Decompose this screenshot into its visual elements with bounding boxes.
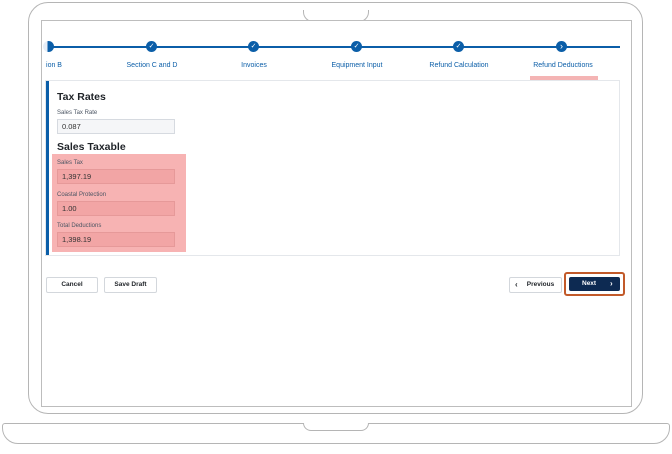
save-draft-button[interactable]: Save Draft (104, 277, 157, 293)
sales-tax-rate-label: Sales Tax Rate (57, 110, 98, 116)
step-1-check-icon[interactable] (43, 41, 54, 52)
next-button[interactable]: Next › (569, 277, 620, 291)
next-button-label: Next (582, 280, 597, 287)
app-screen: ✓ ✓ ✓ ✓ › ion B Section C and D Invoices… (41, 20, 632, 407)
previous-button-label: Previous (526, 281, 555, 288)
sales-tax-label: Sales Tax (57, 160, 83, 166)
tax-rates-title: Tax Rates (57, 91, 106, 103)
step-3-check-icon[interactable]: ✓ (248, 41, 259, 52)
step-5-check-icon[interactable]: ✓ (453, 41, 464, 52)
step-4-check-icon[interactable]: ✓ (351, 41, 362, 52)
step-label-invoices[interactable]: Invoices (241, 62, 267, 69)
step-label-refund-calculation[interactable]: Refund Calculation (429, 62, 488, 69)
chevron-right-icon: › (610, 279, 613, 288)
sales-tax-rate-input[interactable]: 0.087 (57, 119, 175, 134)
chevron-left-icon: ‹ (515, 280, 518, 289)
form-footer: Cancel Save Draft ‹ Previous Next › (42, 272, 631, 297)
step-label-section-c-d[interactable]: Section C and D (127, 62, 178, 69)
stepper-track (48, 45, 620, 48)
card-accent-bar (46, 81, 49, 255)
laptop-base-notch (303, 423, 369, 431)
cancel-button[interactable]: Cancel (46, 277, 98, 293)
total-deductions-input[interactable]: 1,398.19 (57, 232, 175, 247)
deductions-card: Tax Rates Sales Tax Rate 0.087 Sales Tax… (45, 80, 620, 256)
coastal-protection-input[interactable]: 1.00 (57, 201, 175, 216)
sales-taxable-title: Sales Taxable (57, 141, 126, 153)
sales-tax-input[interactable]: 1,397.19 (57, 169, 175, 184)
step-2-check-icon[interactable]: ✓ (146, 41, 157, 52)
progress-stepper: ✓ ✓ ✓ ✓ › ion B Section C and D Invoices… (42, 41, 631, 93)
total-deductions-label: Total Deductions (57, 223, 102, 229)
step-label-equipment-input[interactable]: Equipment Input (332, 62, 383, 69)
step-label-refund-deductions[interactable]: Refund Deductions (533, 62, 593, 69)
coastal-protection-label: Coastal Protection (57, 192, 107, 198)
step-label-section-b[interactable]: ion B (46, 62, 62, 69)
previous-button[interactable]: ‹ Previous (509, 277, 562, 293)
step-6-current-icon[interactable]: › (556, 41, 567, 52)
content-empty-area (42, 297, 631, 406)
